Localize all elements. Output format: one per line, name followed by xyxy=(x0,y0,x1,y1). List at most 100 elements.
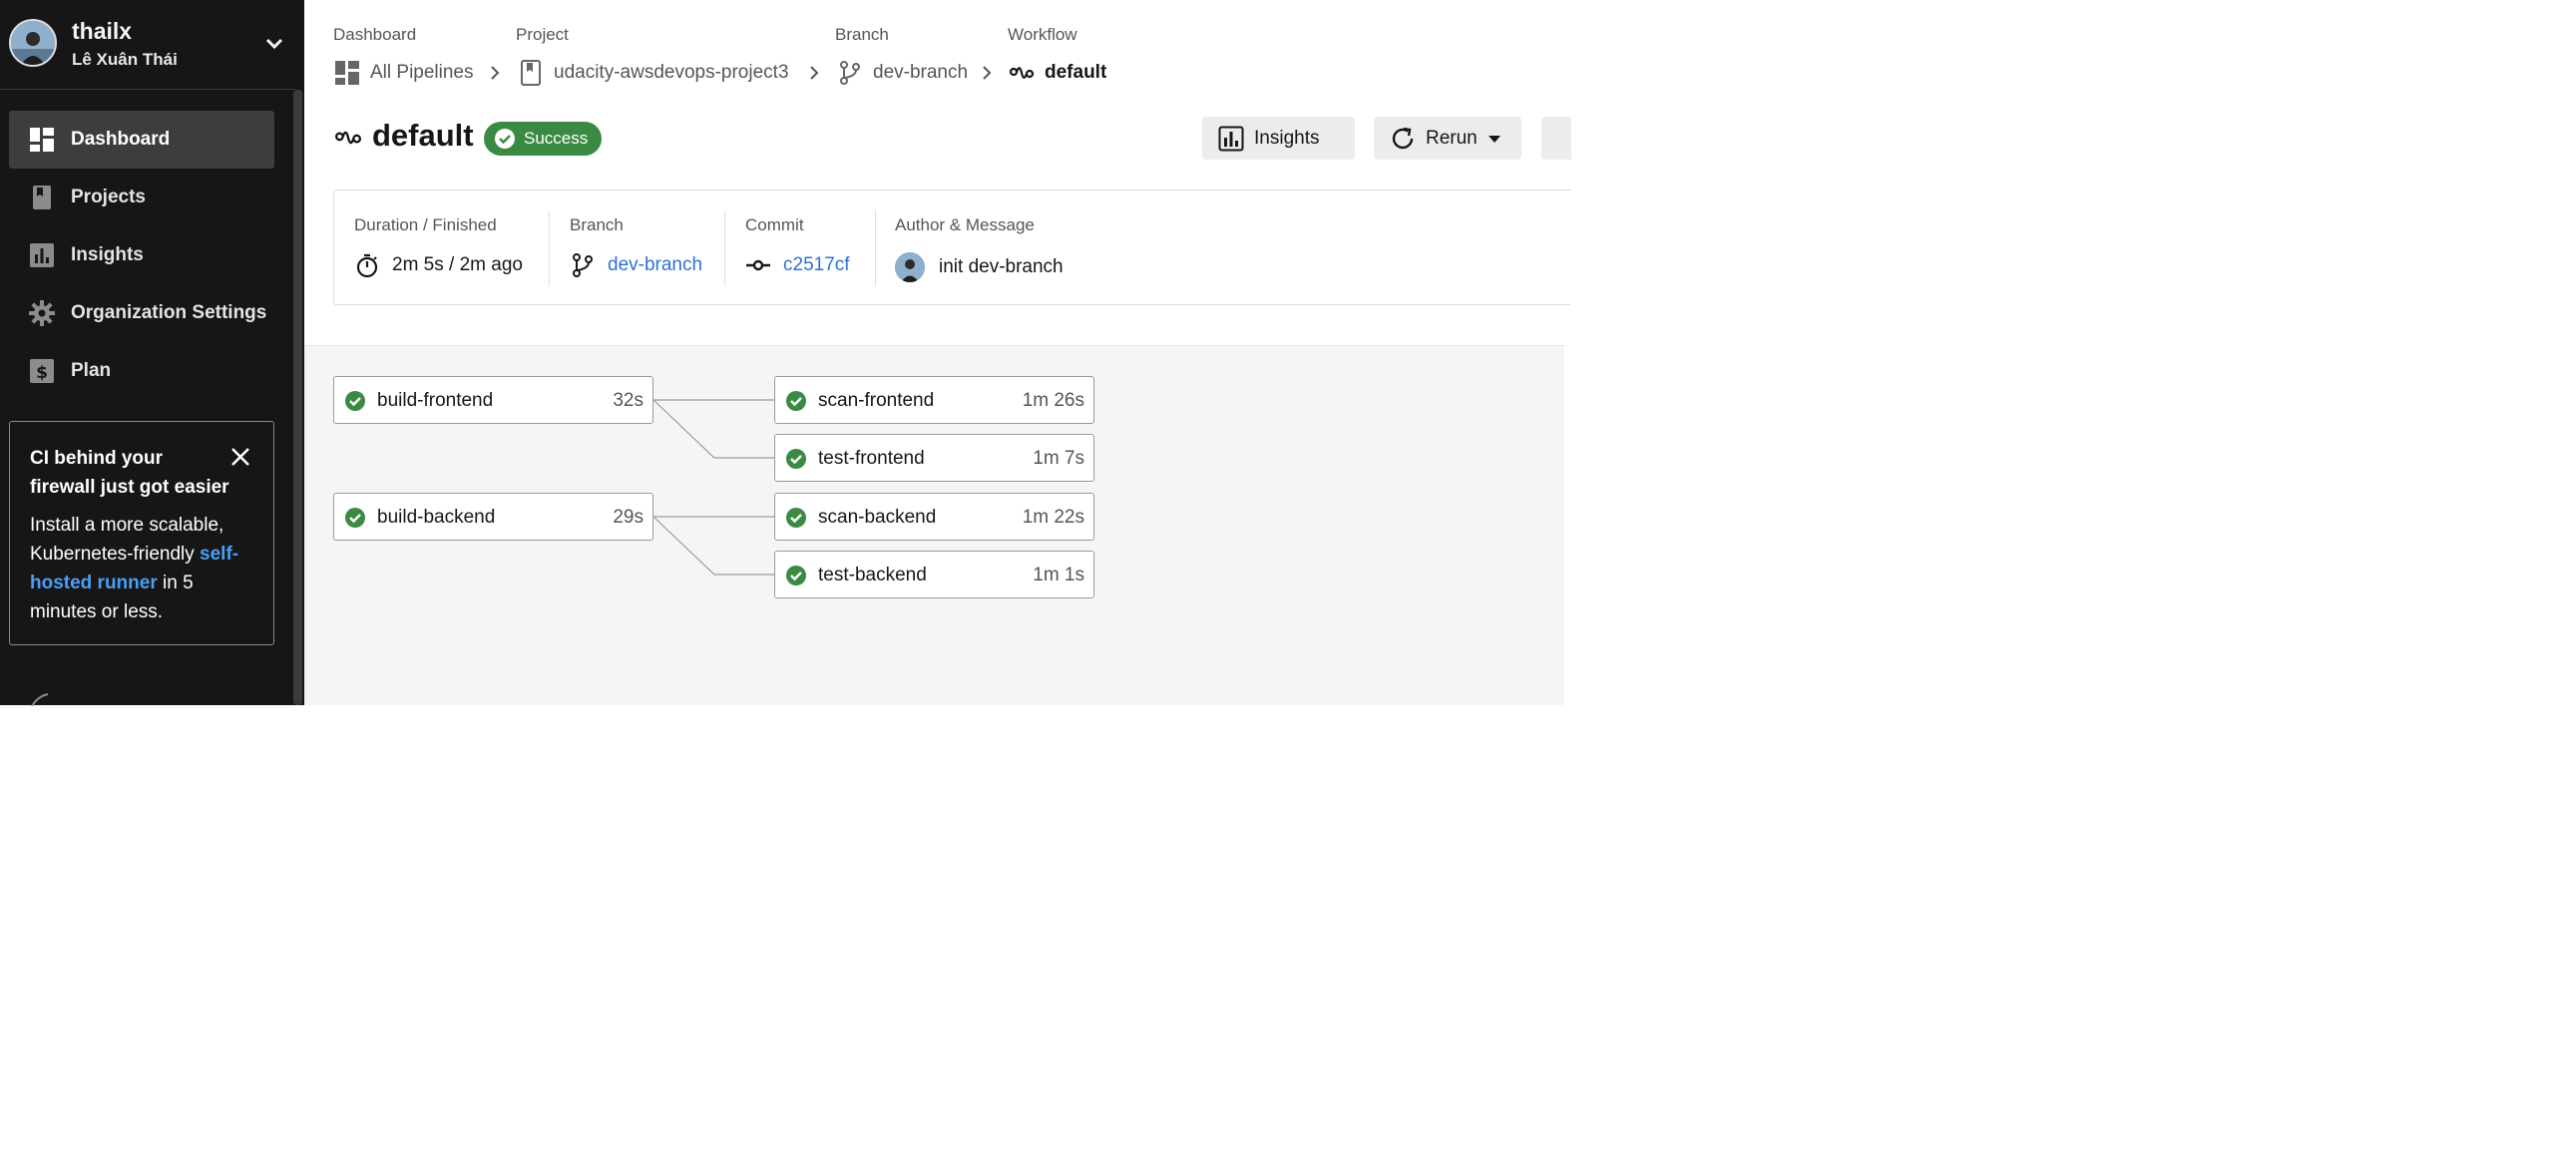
chevron-down-icon[interactable] xyxy=(263,36,285,52)
breadcrumb-text: All Pipelines xyxy=(370,62,474,83)
sidebar-item-plan[interactable]: $ Plan xyxy=(9,342,274,400)
sidebar-item-dashboard[interactable]: Dashboard xyxy=(9,111,274,169)
check-circle-icon xyxy=(786,566,806,585)
sidebar-item-insights[interactable]: Insights xyxy=(9,226,274,284)
close-icon[interactable] xyxy=(229,446,251,468)
svg-text:$: $ xyxy=(36,363,48,383)
job-name: scan-backend xyxy=(818,507,937,528)
rocket-icon xyxy=(31,693,49,706)
breadcrumb-workflow[interactable]: default xyxy=(1009,58,1106,88)
job-duration: 32s xyxy=(613,390,644,411)
dollar-icon: $ xyxy=(30,359,54,383)
sidebar-item-label: Organization Settings xyxy=(71,302,267,323)
job-name: test-frontend xyxy=(818,448,925,469)
workflow-icon xyxy=(1009,67,1035,79)
breadcrumb-label-dashboard: Dashboard xyxy=(333,25,417,44)
divider xyxy=(875,210,876,286)
sidebar-scrollbar[interactable] xyxy=(293,90,302,705)
job-card-build-frontend[interactable]: build-frontend 32s xyxy=(333,376,653,424)
refresh-icon xyxy=(1392,127,1414,149)
user-full-name: Lê Xuân Thái xyxy=(72,50,178,69)
breadcrumb-text: udacity-awsdevops-project3 xyxy=(554,62,789,83)
job-name: build-frontend xyxy=(377,390,494,411)
breadcrumb-text: default xyxy=(1045,62,1107,83)
job-duration: 1m 1s xyxy=(1033,565,1084,585)
duration-value: 2m 5s / 2m ago xyxy=(354,252,523,278)
breadcrumb-text: dev-branch xyxy=(873,62,969,83)
job-duration: 1m 22s xyxy=(1022,507,1084,528)
duration-text: 2m 5s / 2m ago xyxy=(392,254,523,275)
insights-icon xyxy=(1218,126,1244,151)
job-card-test-backend[interactable]: test-backend 1m 1s xyxy=(774,551,1094,598)
project-bookmark-icon xyxy=(521,60,541,86)
dashboard-icon xyxy=(335,61,359,85)
avatar xyxy=(9,19,57,67)
caret-down-icon xyxy=(1488,135,1501,143)
breadcrumb-project[interactable]: udacity-awsdevops-project3 xyxy=(518,58,789,88)
chevron-right-icon xyxy=(983,66,992,80)
job-name: scan-frontend xyxy=(818,390,935,411)
promo-text: Install a more scalable, Kubernetes-frie… xyxy=(30,515,224,565)
author-label: Author & Message xyxy=(895,215,1035,234)
sidebar-item-label: Dashboard xyxy=(71,129,171,150)
job-duration: 1m 26s xyxy=(1022,390,1084,411)
projects-icon xyxy=(33,186,51,209)
branch-value[interactable]: dev-branch xyxy=(570,252,702,278)
branch-icon xyxy=(840,61,860,85)
commit-icon xyxy=(746,259,770,271)
dashboard-icon xyxy=(30,128,54,152)
author-message: init dev-branch xyxy=(895,252,1064,282)
commit-value[interactable]: c2517cf xyxy=(745,252,850,278)
sidebar: thailx Lê Xuân Thái Dashboard Projects I… xyxy=(0,0,304,706)
page-title: default xyxy=(372,118,474,153)
pipeline-summary-card: Duration / Finished 2m 5s / 2m ago Branc… xyxy=(333,190,1570,305)
check-circle-icon xyxy=(345,508,365,528)
job-name: build-backend xyxy=(377,507,496,528)
sidebar-item-projects[interactable]: Projects xyxy=(9,169,274,226)
job-duration: 1m 7s xyxy=(1033,448,1084,469)
insights-button[interactable]: Insights xyxy=(1202,117,1355,160)
check-circle-icon xyxy=(345,391,365,411)
promo-body: Install a more scalable, Kubernetes-frie… xyxy=(30,511,259,626)
chevron-right-icon xyxy=(491,66,500,80)
promo-title: CI behind your firewall just got easier xyxy=(30,448,229,498)
job-card-scan-frontend[interactable]: scan-frontend 1m 26s xyxy=(774,376,1094,424)
more-actions-button[interactable] xyxy=(1541,117,1571,160)
job-card-test-frontend[interactable]: test-frontend 1m 7s xyxy=(774,434,1094,482)
commit-label: Commit xyxy=(745,215,804,234)
chevron-right-icon xyxy=(810,66,819,80)
main-content: Dashboard Project Branch Workflow All Pi… xyxy=(304,0,1571,705)
job-card-scan-backend[interactable]: scan-backend 1m 22s xyxy=(774,493,1094,541)
sidebar-item-label: Insights xyxy=(71,244,144,265)
branch-link[interactable]: dev-branch xyxy=(608,254,702,276)
rerun-button[interactable]: Rerun xyxy=(1374,117,1521,160)
job-name: test-backend xyxy=(818,565,927,585)
workflow-graph: build-frontend 32s scan-frontend 1m 26s … xyxy=(304,345,1564,705)
insights-button-label: Insights xyxy=(1254,127,1320,149)
divider xyxy=(724,210,725,286)
divider xyxy=(549,210,550,286)
job-card-build-backend[interactable]: build-backend 29s xyxy=(333,493,653,541)
commit-link[interactable]: c2517cf xyxy=(783,254,850,276)
sidebar-item-label: Plan xyxy=(71,360,112,381)
status-label: Success xyxy=(524,129,589,148)
check-circle-icon xyxy=(786,508,806,528)
username: thailx xyxy=(72,18,133,44)
job-duration: 29s xyxy=(613,507,644,528)
workflow-icon xyxy=(334,131,362,145)
breadcrumb-all-pipelines[interactable]: All Pipelines xyxy=(334,58,474,88)
sidebar-item-label: Projects xyxy=(71,187,146,207)
check-circle-icon xyxy=(786,449,806,469)
user-switcher[interactable]: thailx Lê Xuân Thái xyxy=(0,0,295,90)
author-avatar xyxy=(895,252,925,282)
rerun-button-label: Rerun xyxy=(1426,127,1478,149)
runner-promo-card: CI behind your firewall just got easier … xyxy=(9,421,274,645)
gear-icon xyxy=(29,300,55,326)
commit-message: init dev-branch xyxy=(939,256,1064,277)
check-circle-icon xyxy=(495,129,515,149)
breadcrumb-label-project: Project xyxy=(516,25,569,44)
breadcrumb-branch[interactable]: dev-branch xyxy=(837,58,968,88)
sidebar-item-organization-settings[interactable]: Organization Settings xyxy=(9,284,274,342)
status-badge: Success xyxy=(484,122,603,156)
duration-label: Duration / Finished xyxy=(354,215,497,234)
